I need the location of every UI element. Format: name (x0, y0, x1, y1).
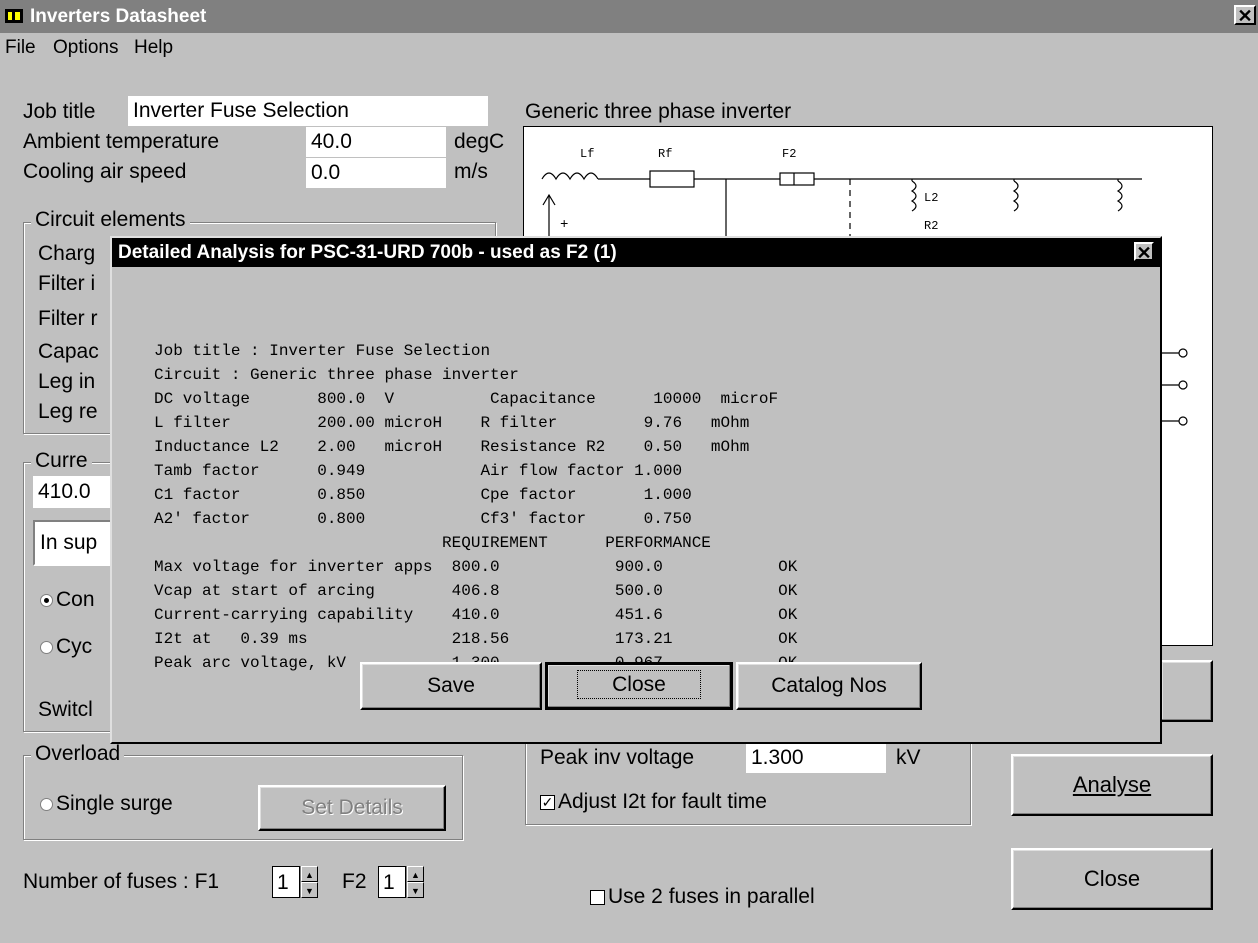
parallel-fuses-label: Use 2 fuses in parallel (608, 885, 815, 908)
cooling-air-speed-input[interactable]: 0.0 (306, 158, 446, 188)
ambient-temperature-unit: degC (454, 130, 505, 153)
menu-options[interactable]: Options (53, 37, 118, 59)
adjust-i2t-check-icon[interactable]: ✓ (540, 794, 555, 810)
report-line-job-title: Job title : Inverter Fuse Selection (154, 342, 491, 360)
f2-count-input[interactable]: 1 (378, 866, 406, 898)
label-f2: F2 (782, 147, 796, 161)
report-line-c1-factor: C1 factor 0.850 Cpe factor 1.000 (154, 486, 692, 504)
adjust-i2t-checkbox[interactable]: ✓ Adjust I2t for fault time (540, 790, 767, 814)
overload-group-title: Overload (31, 742, 125, 766)
label-r2: R2 (924, 219, 938, 233)
cooling-air-speed-unit: m/s (454, 160, 488, 183)
f2-up-icon[interactable]: ▲ (407, 866, 424, 882)
window-title: Inverters Datasheet (30, 6, 207, 27)
inductor-leg2-icon (1012, 180, 1019, 212)
circuit-elements-title: Circuit elements (31, 208, 190, 232)
label-rf: Rf (658, 147, 672, 161)
radio-continuous-indicator[interactable] (40, 593, 53, 607)
dialog-titlebar: Detailed Analysis for PSC-31-URD 700b - … (112, 238, 1160, 267)
parallel-fuses-check-icon[interactable] (590, 889, 605, 905)
diagram-title: Generic three phase inverter (525, 100, 792, 123)
cooling-air-speed-label: Cooling air speed (23, 160, 187, 183)
circuit-row-charge: Charg (38, 242, 96, 265)
report-line-current: Current-carrying capability 410.0 451.6 … (154, 606, 798, 624)
menu-bar: File Options Help (0, 33, 1258, 63)
circuit-row-capacitance: Capac (38, 340, 99, 363)
window-close-button[interactable]: ✕ (1234, 5, 1256, 25)
dialog-close-icon[interactable]: ✕ (1134, 242, 1154, 262)
label-lf: Lf (580, 147, 594, 161)
switch-label: Switcl (38, 698, 93, 721)
f1-up-icon[interactable]: ▲ (301, 866, 318, 882)
radio-continuous-label: Con (56, 588, 95, 611)
report-line-dc-voltage: DC voltage 800.0 V Capacitance 10000 mic… (154, 390, 779, 408)
window-titlebar: Inverters Datasheet ✕ (0, 0, 1258, 33)
job-title-input[interactable]: Inverter Fuse Selection (128, 96, 488, 126)
dialog-close-label: Close (577, 670, 701, 699)
report-line-circuit: Circuit : Generic three phase inverter (154, 366, 519, 384)
radio-cyclic[interactable]: Cyc (40, 635, 92, 659)
job-title-label: Job title (23, 100, 96, 123)
report-header: REQUIREMENT PERFORMANCE (154, 534, 711, 552)
report-line-a2-factor: A2' factor 0.800 Cf3' factor 0.750 (154, 510, 692, 528)
analyse-button[interactable]: Analyse (1011, 754, 1213, 816)
menu-file[interactable]: File (5, 37, 36, 59)
resistor-rf-icon (649, 170, 695, 188)
report-line-tamb-factor: Tamb factor 0.949 Air flow factor 1.000 (154, 462, 683, 480)
report-line-inductance-l2: Inductance L2 2.00 microH Resistance R2 … (154, 438, 750, 456)
f1-count-input[interactable]: 1 (272, 866, 300, 898)
report-line-l-filter: L filter 200.00 microH R filter 9.76 mOh… (154, 414, 750, 432)
f1-spinner[interactable]: ▲ ▼ (300, 866, 318, 898)
dialog-save-button[interactable]: Save (360, 662, 542, 710)
current-group-title: Curre (31, 449, 92, 473)
circuit-row-leg-inductance: Leg in (38, 370, 96, 393)
adjust-i2t-label: Adjust I2t for fault time (558, 790, 767, 813)
terminal-c-icon (1178, 416, 1188, 426)
label-plus: + (560, 217, 568, 233)
inductor-lf-icon (541, 172, 599, 181)
ambient-temperature-label: Ambient temperature (23, 130, 220, 153)
radio-continuous[interactable]: Con (40, 588, 95, 612)
parallel-fuses-checkbox[interactable]: Use 2 fuses in parallel (590, 885, 815, 909)
radio-single-surge-label: Single surge (56, 792, 173, 815)
peak-inv-voltage-input[interactable]: 1.300 (746, 743, 886, 773)
dialog-title: Detailed Analysis for PSC-31-URD 700b - … (118, 242, 617, 263)
radio-single-surge[interactable]: Single surge (40, 792, 173, 816)
report-line-max-voltage: Max voltage for inverter apps 800.0 900.… (154, 558, 798, 576)
radio-cyclic-indicator[interactable] (40, 640, 53, 654)
radio-single-surge-indicator[interactable] (40, 797, 53, 811)
fuse-f2-icon (779, 172, 815, 186)
radio-cyclic-label: Cyc (56, 635, 93, 658)
menu-help[interactable]: Help (134, 37, 173, 59)
f1-down-icon[interactable]: ▼ (301, 882, 318, 898)
label-l2: L2 (924, 191, 938, 205)
inductor-l2-icon (910, 180, 917, 212)
app-icon (5, 9, 23, 23)
number-of-fuses-label: Number of fuses : F1 (23, 870, 220, 893)
f2-down-icon[interactable]: ▼ (407, 882, 424, 898)
circuit-row-filter-inductance: Filter i (38, 272, 96, 295)
main-close-button[interactable]: Close (1011, 848, 1213, 910)
f2-spinner[interactable]: ▲ ▼ (406, 866, 424, 898)
circuit-row-filter-resistance: Filter r (38, 307, 98, 330)
hidden-right-button[interactable] (1160, 660, 1213, 722)
dialog-catalog-button[interactable]: Catalog Nos (736, 662, 922, 710)
peak-inv-voltage-label: Peak inv voltage (540, 746, 695, 769)
report-line-i2t: I2t at 0.39 ms 218.56 173.21 OK (154, 630, 798, 648)
report-line-vcap: Vcap at start of arcing 406.8 500.0 OK (154, 582, 798, 600)
peak-inv-voltage-unit: kV (896, 746, 921, 769)
inductor-leg3-icon (1116, 180, 1123, 212)
set-details-button[interactable]: Set Details (258, 785, 446, 831)
circuit-row-leg-resistance: Leg re (38, 400, 98, 423)
ambient-temperature-input[interactable]: 40.0 (306, 127, 446, 157)
detailed-analysis-dialog: Detailed Analysis for PSC-31-URD 700b - … (110, 236, 1162, 744)
dialog-close-button[interactable]: Close (545, 662, 733, 710)
terminal-b-icon (1178, 380, 1188, 390)
analyse-button-label: Analyse (1072, 772, 1152, 797)
terminal-a-icon (1178, 348, 1188, 358)
f2-label: F2 (342, 870, 367, 893)
